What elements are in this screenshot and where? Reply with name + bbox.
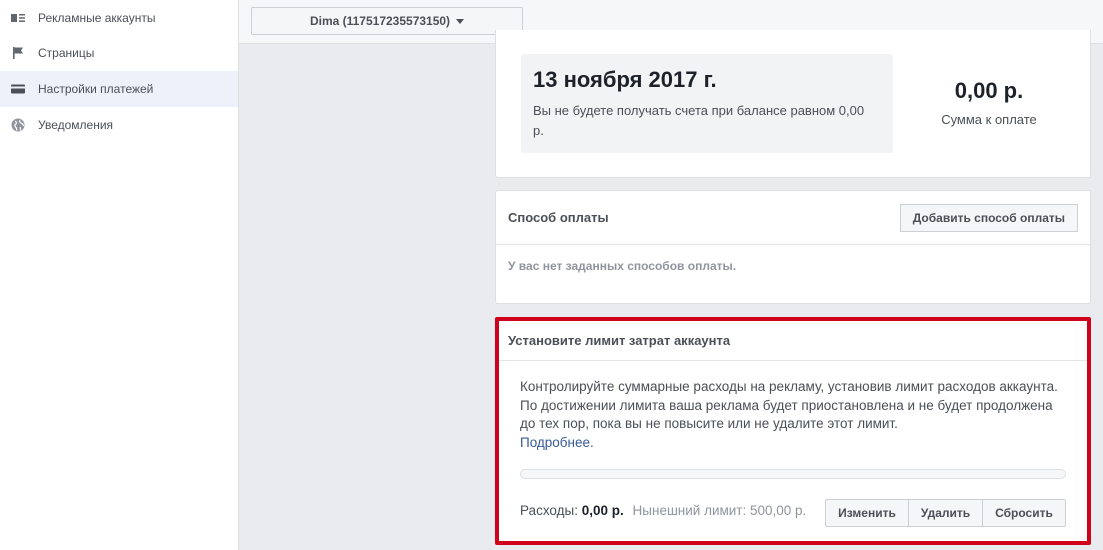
limit-actions: Изменить Удалить Сбросить <box>825 499 1066 527</box>
billing-date-box: 13 ноября 2017 г. Вы не будете получать … <box>521 54 893 153</box>
sidebar-item-label: Настройки платежей <box>38 82 154 96</box>
sidebar-item-ad-accounts[interactable]: Рекламные аккаунты <box>0 0 238 36</box>
payment-method-card: Способ оплаты Добавить способ оплаты У в… <box>495 190 1091 304</box>
amount-due-value: 0,00 р. <box>954 78 1024 103</box>
spending-limit-description: Контролируйте суммарные расходы на рекла… <box>520 378 1065 452</box>
account-selector-label: Dima (117517235573150) <box>309 14 451 28</box>
spent-value: 0,00 р. <box>581 503 624 518</box>
sidebar-item-label: Уведомления <box>38 118 114 132</box>
ad-accounts-icon <box>10 10 26 26</box>
spending-progress-bar <box>520 469 1066 479</box>
payment-method-title: Способ оплаты <box>508 210 609 225</box>
credit-card-icon <box>10 81 26 97</box>
spending-limit-description-text: Контролируйте суммарные расходы на рекла… <box>520 379 1058 431</box>
payment-method-header: Способ оплаты Добавить способ оплаты <box>496 191 1090 245</box>
sidebar-item-label: Рекламные аккаунты <box>38 11 156 25</box>
spending-summary: Расходы: 0,00 р. Нынешний лимит: 500,00 … <box>520 503 806 518</box>
billing-date: 13 ноября 2017 г. <box>533 67 717 92</box>
spent-label: Расходы: <box>520 503 578 518</box>
sidebar-item-payment-settings[interactable]: Настройки платежей <box>0 71 238 107</box>
add-payment-method-button[interactable]: Добавить способ оплаты <box>899 203 1078 232</box>
delete-limit-button[interactable]: Удалить <box>909 499 983 527</box>
caret-down-icon <box>456 18 465 24</box>
account-selector[interactable]: Dima (117517235573150) <box>251 7 523 35</box>
sidebar-item-notifications[interactable]: Уведомления <box>0 107 238 143</box>
sidebar: Рекламные аккаунты Страницы Настройки пл… <box>0 0 239 550</box>
spending-limit-title: Установите лимит затрат аккаунта <box>499 321 1087 361</box>
globe-icon <box>10 117 26 133</box>
flag-icon <box>10 45 26 61</box>
current-limit: Нынешний лимит: 500,00 р. <box>632 503 807 518</box>
reset-limit-button[interactable]: Сбросить <box>983 499 1066 527</box>
amount-due: 0,00 р. Сумма к оплате <box>914 78 1064 127</box>
spending-limit-card: Установите лимит затрат аккаунта Контрол… <box>495 317 1091 545</box>
sidebar-item-label: Страницы <box>38 46 95 60</box>
amount-due-caption: Сумма к оплате <box>941 112 1037 127</box>
billing-note: Вы не будете получать счета при балансе … <box>533 103 865 138</box>
learn-more-link[interactable]: Подробнее. <box>520 435 594 450</box>
sidebar-item-pages[interactable]: Страницы <box>0 35 238 71</box>
change-limit-button[interactable]: Изменить <box>825 499 909 527</box>
billing-summary-card: 13 ноября 2017 г. Вы не будете получать … <box>495 30 1091 178</box>
payment-method-empty-text: У вас нет заданных способов оплаты. <box>508 259 737 273</box>
